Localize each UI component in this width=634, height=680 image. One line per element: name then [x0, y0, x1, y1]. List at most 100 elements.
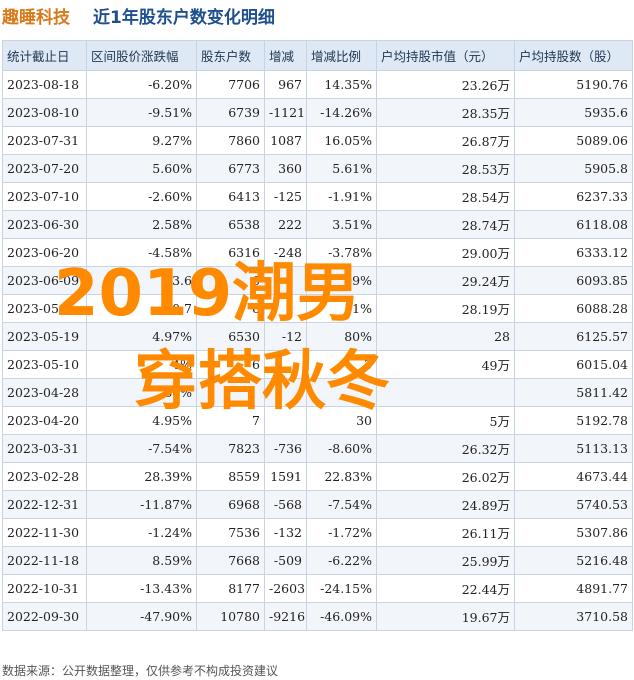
- table-cell: 5.60%: [86, 154, 197, 183]
- table-cell: 2023-06-09: [2, 266, 87, 295]
- table-cell: 3: [306, 350, 377, 379]
- table-cell: 6530: [196, 322, 265, 351]
- table-row: 2022-12-31 -11.87% 6968 -568 -7.54% 24.89万 574…: [2, 490, 633, 519]
- table-cell: 6739: [196, 98, 265, 127]
- table-cell: 2023-02-28: [2, 462, 87, 491]
- table-cell: -12: [264, 322, 307, 351]
- table-cell: 2023-05-: [2, 294, 87, 323]
- table-cell: 26.32万: [376, 434, 515, 463]
- table-cell: -125: [264, 182, 307, 211]
- table-cell: 6413: [196, 182, 265, 211]
- table-cell: 7: [196, 406, 265, 435]
- table-cell: 8177: [196, 574, 265, 603]
- table-cell: 25.99万: [376, 546, 515, 575]
- column-header: 增减: [264, 40, 307, 71]
- table-cell: 29.24万: [376, 266, 515, 295]
- column-header: 户均持股数（股）: [514, 40, 633, 71]
- table-cell: [264, 350, 307, 379]
- table-cell: 5.61%: [306, 154, 377, 183]
- table-cell: -1.72%: [306, 518, 377, 547]
- table-cell: -7.54%: [306, 490, 377, 519]
- table-cell: 24.89万: [376, 490, 515, 519]
- table-row: 2023-06-20 -4.58% 6316 -248 -3.78% 29.00万 6333…: [2, 238, 633, 267]
- table-cell: 1087: [264, 126, 307, 155]
- table-cell: 19.67万: [376, 602, 515, 631]
- table-cell: 7860: [196, 126, 265, 155]
- table-row: 2022-10-31 -13.43% 8177 -2603 -24.15% 22.44万 4…: [2, 574, 633, 603]
- table-cell: 967: [264, 70, 307, 99]
- table-cell: 2023-06-30: [2, 210, 87, 239]
- table-cell: -568: [264, 490, 307, 519]
- table-cell: 2023-06-20: [2, 238, 87, 267]
- table-cell: 9.27%: [86, 126, 197, 155]
- table-cell: 28.74万: [376, 210, 515, 239]
- table-cell: 16.05%: [306, 126, 377, 155]
- table-cell: 4%: [86, 350, 197, 379]
- table-row: 2023-05- 0.7 6 51% 28.19万 6088.28: [2, 294, 633, 323]
- table-row: 2022-11-18 8.59% 7668 -509 -6.22% 25.99万 5216.…: [2, 546, 633, 575]
- table-row: 2023-03-31 -7.54% 7823 -736 -8.60% 26.32万 5113…: [2, 434, 633, 463]
- table-cell: [264, 294, 307, 323]
- table-cell: 5307.86: [514, 518, 633, 547]
- table-cell: 6088.28: [514, 294, 633, 323]
- table-cell: 8559: [196, 462, 265, 491]
- table-cell: 2023-05-10: [2, 350, 87, 379]
- table-cell: 5089.06: [514, 126, 633, 155]
- table-cell: 6: [196, 266, 265, 295]
- table-row: 2023-06-09 3.6 6 09% 29.24万 6093.85: [2, 266, 633, 295]
- table-cell: 0.7: [86, 294, 197, 323]
- title-bar: 趣睡科技 近1年股东户数变化明细: [0, 0, 634, 32]
- table-cell: 3.6: [86, 266, 197, 295]
- table-cell: [376, 378, 515, 407]
- table-cell: -6.20%: [86, 70, 197, 99]
- table-cell: 6118.08: [514, 210, 633, 239]
- table-cell: -248: [264, 238, 307, 267]
- table-cell: -24.15%: [306, 574, 377, 603]
- table-cell: 28.35万: [376, 98, 515, 127]
- table-cell: 2022-11-18: [2, 546, 87, 575]
- table-cell: 4673.44: [514, 462, 633, 491]
- table-cell: 2023-04-28: [2, 378, 87, 407]
- table-cell: -3.78%: [306, 238, 377, 267]
- table-cell: -46.09%: [306, 602, 377, 631]
- table-cell: 6968: [196, 490, 265, 519]
- table-cell: 6125.57: [514, 322, 633, 351]
- table-cell: 2022-09-30: [2, 602, 87, 631]
- table-row: 2022-09-30 -47.90% 10780 -9216 -46.09% 19.67万…: [2, 602, 633, 631]
- column-header: 增减比例: [306, 40, 377, 71]
- column-header: 户均持股市值（元）: [376, 40, 515, 71]
- table-cell: 2023-08-10: [2, 98, 87, 127]
- table-cell: -9.51%: [86, 98, 197, 127]
- table-cell: 6: [196, 350, 265, 379]
- table-cell: [264, 378, 307, 407]
- table-cell: 4.97%: [86, 322, 197, 351]
- table-cell: 49万: [376, 350, 515, 379]
- page-title: 近1年股东户数变化明细: [93, 8, 275, 28]
- table-cell: 2.58%: [86, 210, 197, 239]
- table-cell: -14.26%: [306, 98, 377, 127]
- table-cell: 6237.33: [514, 182, 633, 211]
- table-row: 2023-08-18 -6.20% 7706 967 14.35% 23.26万 5190.…: [2, 70, 633, 99]
- table-cell: 2022-11-30: [2, 518, 87, 547]
- brand-name: 趣睡科技: [2, 8, 70, 28]
- table-cell: 2022-12-31: [2, 490, 87, 519]
- table-cell: 7706: [196, 70, 265, 99]
- table-body: 2023-08-18 -6.20% 7706 967 14.35% 23.26万 5190.…: [2, 70, 633, 631]
- table-cell: 5935.6: [514, 98, 633, 127]
- table-cell: 1591: [264, 462, 307, 491]
- table-cell: 2023-04-20: [2, 406, 87, 435]
- table-cell: 26.11万: [376, 518, 515, 547]
- column-header: 区间股价涨跌幅: [86, 40, 197, 71]
- table-cell: -132: [264, 518, 307, 547]
- shareholder-table: 统计截止日 区间股价涨跌幅 股东户数 增减 增减比例 户均持股市值（元） 户均持股数（股） …: [2, 40, 633, 631]
- table-cell: 5190.76: [514, 70, 633, 99]
- table-row: 2023-07-20 5.60% 6773 360 5.61% 28.53万 5905.8: [2, 154, 633, 183]
- column-header: 统计截止日: [2, 40, 87, 71]
- table-cell: -1121: [264, 98, 307, 127]
- table-cell: 22.83%: [306, 462, 377, 491]
- table-cell: -2603: [264, 574, 307, 603]
- table-cell: 6015.04: [514, 350, 633, 379]
- table-cell: [264, 266, 307, 295]
- table-row: 2023-07-31 9.27% 7860 1087 16.05% 26.87万 5089.…: [2, 126, 633, 155]
- table-row: 2023-06-30 2.58% 6538 222 3.51% 28.74万 6118.08: [2, 210, 633, 239]
